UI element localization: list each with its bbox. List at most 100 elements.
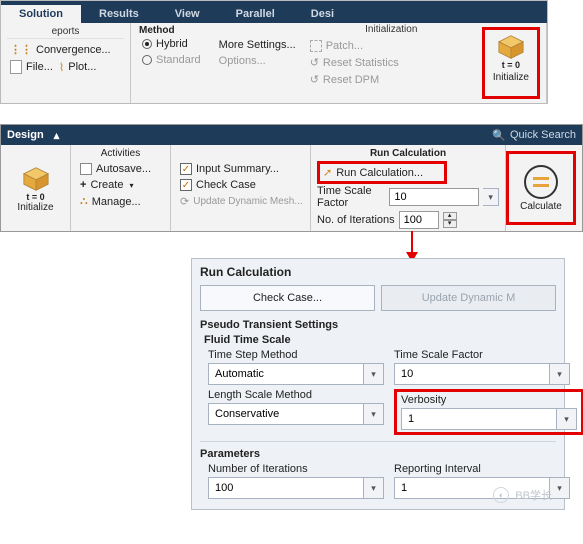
time-scale-factor-field[interactable]: ▾ [394,363,570,385]
cube-icon [21,166,51,192]
time-scale-factor-label: Time Scale Factor [394,349,570,361]
autosave[interactable]: Autosave... [77,161,164,177]
plot-icon: ⌇ [59,61,64,74]
spin-up-icon[interactable]: ▴ [443,212,457,220]
tab-solution[interactable]: Solution [1,5,81,23]
check-case[interactable]: ✓Check Case [177,177,304,193]
calculate-button[interactable]: Calculate [506,151,576,225]
time-step-method-combo[interactable]: ▾ [208,363,384,385]
chevron-up-icon: ▴ [54,129,60,142]
method-settings: More Settings... Options... [212,23,307,103]
mesh-icon: ⟳ [180,195,189,208]
verbosity-label: Verbosity [401,394,577,406]
tsf-label: Time Scale Factor [317,185,385,209]
spin-down-icon[interactable]: ▾ [443,220,457,228]
ribbon-tabs: Solution Results View Parallel Desi [1,1,547,23]
chevron-down-icon: ▾ [129,181,133,190]
reset-statistics[interactable]: ↺ Reset Statistics [307,54,476,71]
run-icon: ➚ [323,166,332,179]
reporting-interval-label: Reporting Interval [394,463,570,475]
quick-search[interactable]: 🔍 Quick Search [492,129,576,142]
initialize-label: Initialize [17,202,53,213]
manage-icon: ⛬ [80,195,88,208]
input-summary[interactable]: ✓Input Summary... [177,161,304,177]
tab-parallel[interactable]: Parallel [218,5,293,23]
reset-dpm-label: Reset DPM [323,74,379,86]
check-case-label: Check Case [196,179,256,191]
activities-title: Activities [77,147,164,161]
time-step-method-input[interactable] [208,363,364,385]
reset-dpm[interactable]: ↺ Reset DPM [307,71,476,88]
method-title: Method [139,25,204,36]
spinner-icon[interactable]: ▾ [550,363,570,385]
reports-plot[interactable]: ⌇ Plot... [56,58,100,76]
create[interactable]: + Create ▾ [77,177,164,193]
spinner-icon[interactable]: ▾ [550,477,570,499]
initialize-button[interactable]: t = 0 Initialize [482,27,540,99]
quick-search-label: Quick Search [510,129,576,141]
num-iterations-field[interactable]: ▾ [208,477,384,499]
run-calculation-link[interactable]: ➚Run Calculation... [317,161,447,184]
length-scale-method-input[interactable] [208,403,364,425]
manage-label: Manage... [92,196,141,208]
reports-convergence[interactable]: ⋮⋮Convergence... [7,41,124,58]
wechat-icon: ◐ [493,487,509,503]
tab-design-partial[interactable]: Desi [293,5,352,23]
initialize-button-2[interactable]: t = 0 Initialize [1,145,71,231]
group-activities: Activities Autosave... + Create ▾ ⛬ Manage.… [71,145,171,231]
num-iterations-input[interactable] [208,477,364,499]
check-icon: ✓ [180,163,192,175]
radio-icon [142,55,152,65]
radio-icon [142,39,152,49]
chevron-down-icon[interactable]: ▾ [364,363,384,385]
reports-file-label: File... [26,61,53,73]
update-mesh-label: Update Dynamic Mesh... [193,196,303,207]
reports-convergence-label: Convergence... [36,44,111,56]
file-icon [10,60,22,74]
tab-design-label: Design [7,129,44,141]
tab-results[interactable]: Results [81,5,157,23]
tab-view[interactable]: View [157,5,218,23]
group-checks: ✓Input Summary... ✓Check Case ⟳Update Dy… [171,145,311,231]
time-scale-factor-input[interactable] [394,363,550,385]
tab-design[interactable]: Design ▴ [7,129,59,142]
create-label: Create [90,179,123,191]
verbosity-field[interactable]: ▾ [401,408,577,430]
chevron-down-icon[interactable]: ▾ [364,403,384,425]
iterations-input[interactable] [399,211,439,229]
method-hybrid[interactable]: Hybrid [139,36,204,52]
group-reports: eports ⋮⋮Convergence... File... ⌇Plot... [1,23,131,103]
initialization-title: Initialization [307,23,476,36]
ribbon-top: Solution Results View Parallel Desi epor… [0,0,548,104]
reset-stats-label: Reset Statistics [323,57,399,69]
ribbon-design: Design ▴ 🔍 Quick Search t = 0 Initialize A… [0,124,583,232]
check-case-button[interactable]: Check Case... [200,285,375,311]
save-icon [80,163,92,175]
time-scale-factor-input[interactable] [389,188,479,206]
spinner-icon[interactable]: ▾ [557,408,577,430]
reset-icon: ↺ [310,73,319,86]
time-scale-factor-row: Time Scale Factor ▾ [317,184,499,210]
reset-icon: ↺ [310,56,319,69]
separator [200,441,556,442]
method-hybrid-label: Hybrid [156,38,188,50]
spinner-icon[interactable]: ▾ [364,477,384,499]
verbosity-input[interactable] [401,408,557,430]
update-dynamic-mesh[interactable]: ⟳ Update Dynamic Mesh... [177,193,304,210]
options[interactable]: Options... [216,53,299,69]
reports-file[interactable]: File... [7,58,56,76]
dropdown-icon[interactable]: ▾ [483,188,499,206]
reports-plot-label: Plot... [68,61,96,73]
search-icon: 🔍 [492,129,506,142]
iterations-spinner[interactable]: ▴▾ [443,212,457,228]
fluid-time-scale-heading: Fluid Time Scale [204,334,556,346]
method-standard-label: Standard [156,54,201,66]
method-standard[interactable]: Standard [139,52,204,68]
group-initialization-wrap: Method Hybrid Standard More Settings... … [131,23,547,103]
patch[interactable]: Patch... [307,38,476,54]
manage[interactable]: ⛬ Manage... [77,193,164,210]
more-settings[interactable]: More Settings... [216,37,299,53]
plus-icon: + [80,179,86,191]
length-scale-method-combo[interactable]: ▾ [208,403,384,425]
cube-icon [496,34,526,60]
